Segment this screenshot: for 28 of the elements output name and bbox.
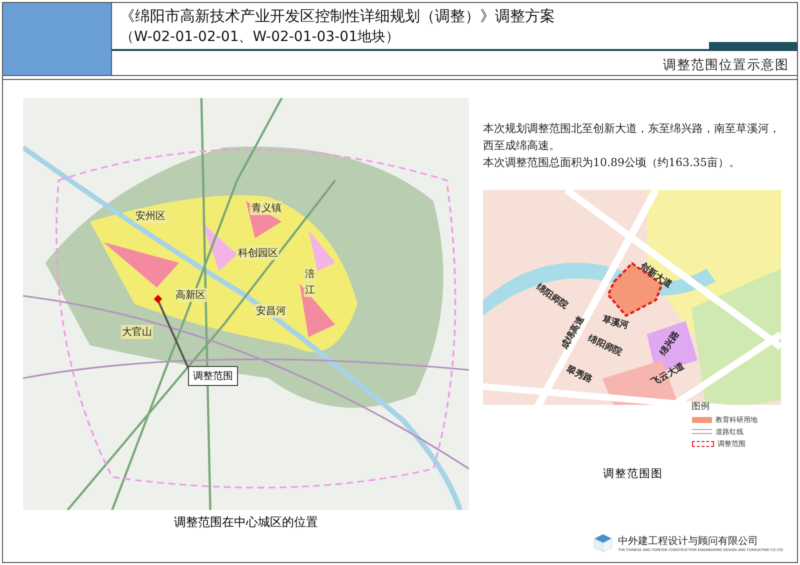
map-label: 绵阳师院: [586, 333, 624, 360]
map-label: 安昌河: [254, 304, 287, 318]
map-label: 安州区: [134, 209, 166, 224]
map-label: 大官山: [121, 324, 154, 339]
map-label: 科创园区: [237, 246, 280, 260]
map-caption: 调整范围在中心城区的位置: [174, 514, 318, 531]
map-label: 绵兴路: [656, 328, 682, 358]
map-label: 江: [304, 283, 316, 298]
cube-logo-icon: [592, 532, 614, 554]
description-paragraph: 本次规划调整范围北至创新大道，东至绵兴路，南至草溪河，西至成绵高速。: [483, 121, 781, 154]
callout-label: 调整范围: [188, 366, 238, 386]
map-label: 草溪河: [600, 313, 630, 332]
map-label: 成绵高速: [558, 314, 588, 352]
map-label: 绵阳师院: [533, 281, 570, 312]
legend-title: 图例: [692, 400, 711, 413]
map-label: 青义镇: [250, 201, 282, 215]
document-subtitle: （W-02-01-02-01、W-02-01-03-01地块）: [120, 28, 400, 46]
map-label: 翠秀路: [564, 364, 595, 386]
map-caption: 调整范围图: [602, 466, 664, 481]
map-label: 高新区: [174, 288, 207, 302]
legend-swatch: [692, 440, 714, 447]
map-label: 飞云大道: [649, 360, 687, 390]
company-name: 中外建工程设计与顾问有限公司: [618, 534, 760, 548]
map-label: 创新大道: [637, 260, 674, 291]
legend-swatch: [692, 429, 712, 434]
document-title: 《绵阳市高新技术产业开发区控制性详细规划（调整）》调整方案: [120, 7, 556, 26]
description-paragraph: 本次调整范围总面积为10.89公顷（约163.35亩）。: [483, 155, 741, 171]
sheet-title: 调整范围位置示意图: [662, 57, 790, 74]
